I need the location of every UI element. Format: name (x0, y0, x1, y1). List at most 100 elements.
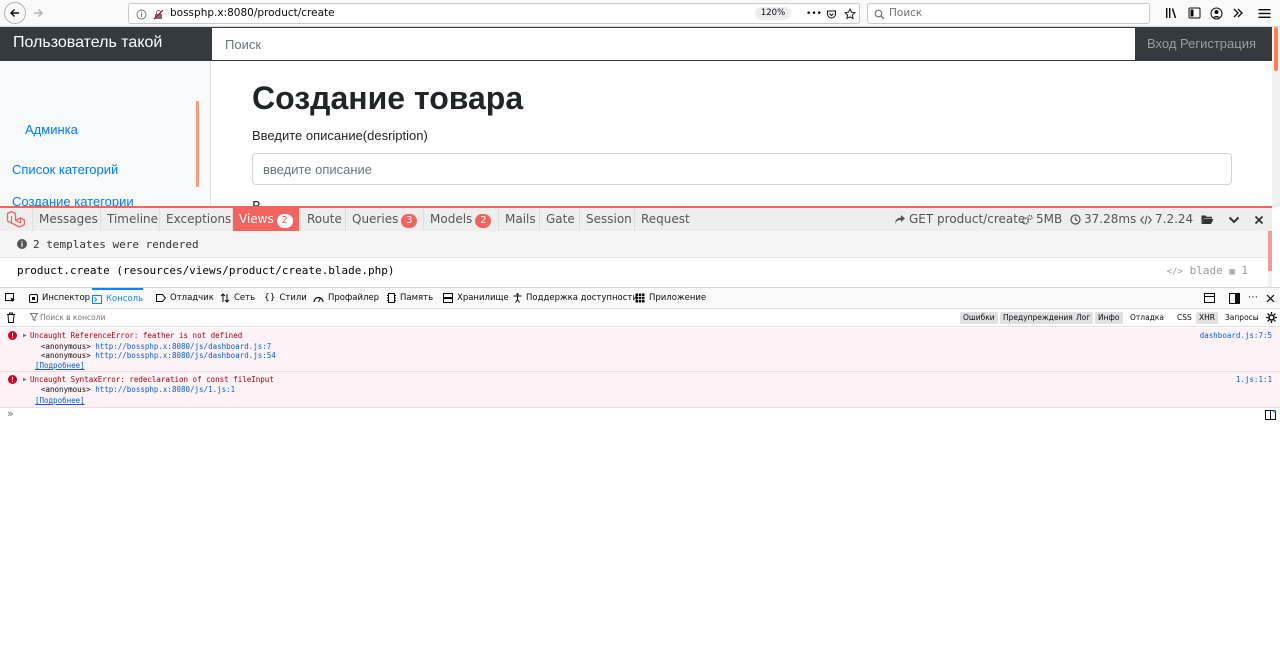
views-summary: 2 templates were rendered (0, 231, 1268, 258)
network-icon (220, 293, 230, 303)
devtools-tab-application[interactable]: Приложение (635, 288, 706, 308)
debugbar-scrollbar[interactable] (1268, 231, 1272, 287)
devtools-menu-icon[interactable]: ⋯ (1248, 288, 1258, 308)
sidebar-item-admin[interactable]: Админка (25, 122, 78, 137)
url-bar[interactable]: bossphp.x:8080/product/create 120% ••• (128, 3, 860, 24)
debugbar-tab-views[interactable]: Views 2 (232, 208, 299, 231)
console-error-entry[interactable]: ▶ Uncaught SyntaxError: redeclaration of… (0, 372, 1280, 408)
tab-label: Хранилище (457, 293, 509, 303)
navbar-brand[interactable]: Пользователь такой (13, 34, 162, 52)
debugbar-tab-mails[interactable]: Mails (498, 208, 542, 231)
learn-more-link[interactable]: [Подробнее] (35, 361, 85, 370)
frame-url[interactable]: http://bossphp.x:8080/js/1.js:1 (95, 385, 235, 394)
browser-search-placeholder: Поиск (889, 7, 923, 19)
error-source-link[interactable]: dashboard.js:7:5 (1200, 331, 1272, 340)
sidebar: Админка Список категорий Создание катего… (0, 61, 211, 207)
laravel-logo-icon[interactable] (6, 211, 25, 228)
template-type: blade (1189, 264, 1223, 277)
php-version: 7.2.24 (1155, 212, 1194, 226)
sidebar-item-category-list[interactable]: Список категорий (12, 162, 118, 177)
learn-more-link[interactable]: [Подробнее] (35, 396, 85, 405)
braces-icon: {} (264, 293, 276, 303)
chevron-down-icon[interactable] (1228, 208, 1240, 231)
debugbar-tab-exceptions[interactable]: Exceptions (159, 208, 237, 231)
split-console-icon[interactable] (1204, 288, 1215, 308)
description-input[interactable] (253, 154, 1231, 184)
debugbar-tab-session[interactable]: Session (579, 208, 638, 231)
arrow-right-icon (34, 9, 43, 17)
forward-button[interactable] (27, 2, 49, 24)
filter-errors[interactable]: Ошибки (960, 312, 998, 324)
library-icon[interactable] (1163, 4, 1181, 22)
hamburger-menu-icon[interactable] (1255, 4, 1273, 22)
console-filter-input[interactable]: Поиск в консоли (40, 313, 105, 322)
console-input-prompt[interactable]: » (7, 407, 14, 420)
error-source-link[interactable]: 1.js:1:1 (1236, 375, 1272, 384)
account-icon[interactable] (1207, 4, 1225, 22)
dock-side-icon[interactable] (1229, 288, 1240, 308)
auth-links[interactable]: Вход Регистрация (1147, 36, 1256, 51)
trash-icon[interactable] (6, 312, 16, 323)
filter-log[interactable]: Лог (1073, 312, 1094, 324)
expand-triangle-icon[interactable]: ▶ (23, 376, 27, 383)
devtools-tab-profiler[interactable]: Профайлер (313, 288, 379, 308)
filter-xhr[interactable]: XHR (1196, 312, 1218, 324)
filter-css[interactable]: CSS (1174, 312, 1195, 324)
bookmark-star-icon[interactable] (843, 7, 857, 21)
filter-info[interactable]: Инфо (1095, 312, 1123, 324)
element-picker-icon[interactable] (5, 288, 16, 308)
views-count-badge: 2 (276, 214, 293, 228)
overflow-menu-icon[interactable] (1229, 4, 1247, 22)
debugbar-tab-messages[interactable]: Messages (32, 208, 104, 231)
tab-label: Models (430, 212, 473, 226)
devtools-tab-inspector[interactable]: Инспектор (29, 288, 90, 308)
filter-warnings[interactable]: Предупреждения (1000, 312, 1076, 324)
page-actions-icon[interactable]: ••• (806, 7, 822, 21)
multiline-editor-icon[interactable] (1265, 410, 1276, 420)
frame-url[interactable]: http://bossphp.x:8080/js/dashboard.js:54 (95, 351, 276, 360)
page-scrollbar[interactable] (1272, 27, 1280, 207)
tab-label: Профайлер (328, 293, 380, 303)
devtools-tab-memory[interactable]: Память (387, 288, 433, 308)
devtools-tab-styles[interactable]: {} Стили (264, 288, 307, 308)
info-icon[interactable] (134, 7, 148, 21)
filter-debug[interactable]: Отладка (1127, 312, 1167, 324)
devtools-tab-accessibility[interactable]: Поддержка доступности (513, 288, 638, 308)
error-message: Uncaught SyntaxError: redeclaration of c… (30, 375, 274, 384)
console-settings-gear-icon[interactable] (1266, 312, 1277, 323)
back-button[interactable] (4, 2, 26, 24)
debugbar-scrollbar-thumb[interactable] (1268, 231, 1272, 271)
frame-url[interactable]: http://bossphp.x:8080/js/dashboard.js:7 (95, 342, 271, 351)
devtools-tab-network[interactable]: Сеть (220, 288, 255, 308)
debugbar-tab-queries[interactable]: Queries 3 (345, 208, 423, 231)
stack-frame: <anonymous> http://bossphp.x:8080/js/das… (41, 342, 271, 351)
debugbar-tab-request[interactable]: Request (634, 208, 696, 231)
console-error-entry[interactable]: ▶ Uncaught ReferenceError: feather is no… (0, 328, 1280, 372)
debugbar-tab-timeline[interactable]: Timeline (100, 208, 164, 231)
site-search-input[interactable] (212, 28, 1135, 60)
tab-label: Сеть (234, 293, 256, 303)
debugbar-tab-models[interactable]: Models 2 (423, 208, 497, 231)
pocket-icon[interactable] (824, 7, 838, 21)
open-folder-icon[interactable] (1201, 208, 1214, 231)
debugbar-tab-route[interactable]: Route (300, 208, 348, 231)
devtools-tab-debugger[interactable]: Отладчик (156, 288, 214, 308)
cogs-icon (1021, 214, 1033, 225)
insecure-lock-icon[interactable] (151, 7, 165, 21)
page-title: Создание товара (252, 80, 524, 116)
expand-triangle-icon[interactable]: ▶ (23, 332, 27, 339)
devtools-close-icon[interactable] (1266, 288, 1275, 308)
tab-label: Память (400, 293, 434, 303)
filter-requests[interactable]: Запросы (1222, 312, 1262, 324)
browser-search-bar[interactable]: Поиск (867, 3, 1150, 24)
zoom-level[interactable]: 120% (755, 7, 791, 20)
storage-icon (443, 293, 453, 303)
debugbar-tab-gate[interactable]: Gate (539, 208, 581, 231)
devtools-tab-storage[interactable]: Хранилище (443, 288, 509, 308)
devtools-tab-console[interactable]: Консоль (92, 288, 144, 308)
template-row[interactable]: product.create (resources/views/product/… (0, 258, 1268, 283)
debugbar-request-info[interactable]: GET product/create (894, 208, 1025, 231)
sidebar-icon[interactable] (1185, 4, 1203, 22)
page-scrollbar-thumb[interactable] (1274, 27, 1278, 71)
close-icon[interactable] (1254, 208, 1264, 231)
